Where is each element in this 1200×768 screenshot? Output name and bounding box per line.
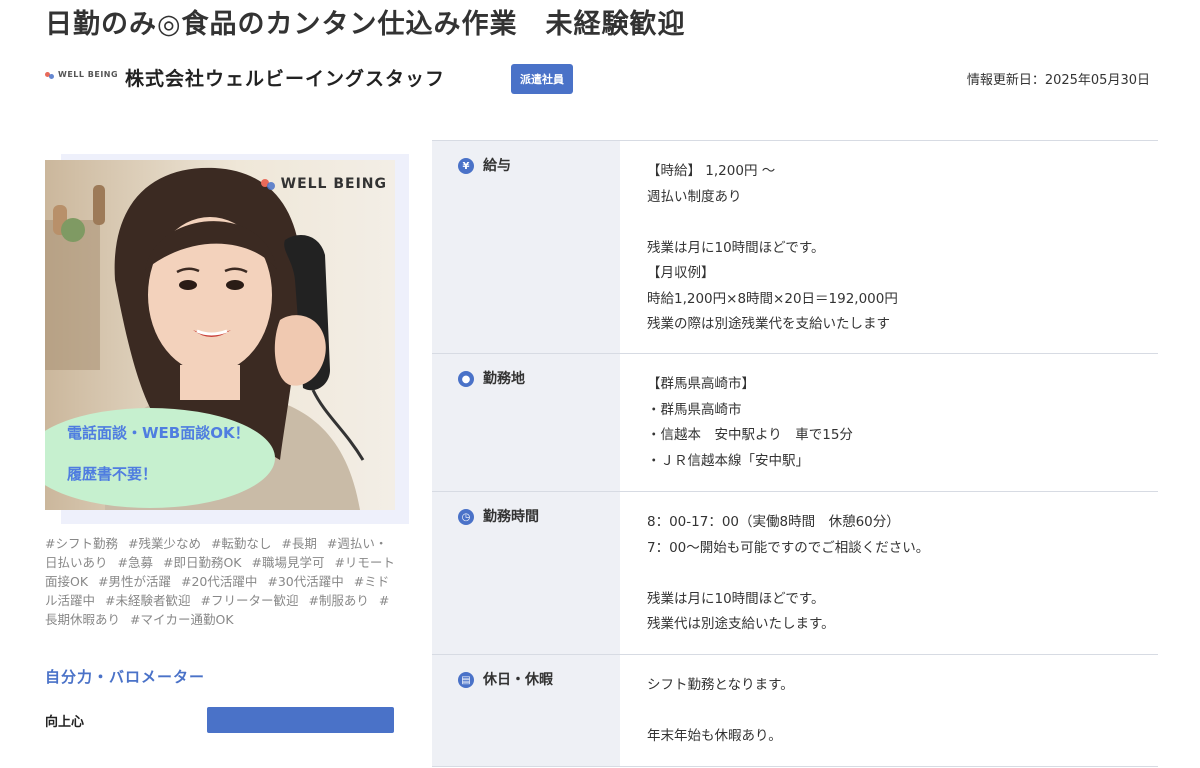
tag-item[interactable]: #転勤なし: [211, 536, 271, 551]
calendar-icon: ▤: [458, 672, 474, 688]
tag-item[interactable]: #30代活躍中: [267, 574, 343, 589]
detail-line: [647, 210, 1158, 236]
tag-item[interactable]: #長期: [281, 536, 316, 551]
detail-label: 勤務地: [483, 371, 525, 387]
detail-line: [647, 699, 1158, 725]
detail-row: ¥ 給与 【時給】 1,200円 ～ 週払い制度あり残業は月に10時間ほどです。 【月収…: [432, 141, 1158, 354]
tag-item[interactable]: #フリーター歓迎: [200, 593, 298, 608]
job-photo: WELL BEING 電話面談・WEB面談OK！ 履歴書不要！: [45, 154, 409, 524]
detail-row: ▤ 休日・休暇 シフト勤務となります。 年末年始も休暇あり。: [432, 655, 1158, 767]
detail-row: ◷ 勤務時間 8：00-17：00（実働8時間 休憩60分） 7：00〜開始も可能です…: [432, 492, 1158, 655]
photo-brand-text: WELL BEING: [280, 176, 387, 192]
detail-heading: ◷ 勤務時間: [432, 492, 620, 654]
detail-line: 残業の際は別途残業代を支給いたします: [647, 316, 890, 332]
tag-item[interactable]: #未経験者歓迎: [105, 593, 190, 608]
company-logo: WELL BEING: [45, 70, 118, 79]
detail-line: 残業代は別途支給いたします。: [647, 616, 835, 632]
detail-line: 残業は月に10時間ほどです。: [647, 590, 825, 607]
detail-label: 勤務時間: [483, 509, 539, 525]
company-row: WELL BEING 株式会社ウェルビーイングスタッフ 派遣社員 情報更新日：2…: [45, 62, 1155, 96]
location-pin-icon: ●: [458, 371, 474, 387]
barometer-title: 自分力・バロメーター: [45, 668, 206, 686]
tag-item[interactable]: #シフト勤務: [45, 536, 118, 551]
detail-line: 残業は月に10時間ほどです。: [647, 239, 825, 256]
detail-row: ● 勤務地 【群馬県高崎市】 ・群馬県高崎市・信越本 安中駅より 車で15分 ・ＪＲ信越…: [432, 354, 1158, 492]
detail-line: 8：00-17：00（実働8時間 休憩60分）: [647, 514, 900, 530]
photo-brand: WELL BEING: [260, 176, 387, 192]
detail-line: ・群馬県高崎市: [647, 401, 742, 418]
detail-label: 休日・休暇: [483, 672, 553, 688]
yen-icon: ¥: [458, 158, 474, 174]
tag-item[interactable]: #職場見学可: [251, 555, 324, 570]
tag-item[interactable]: #20代活躍中: [181, 574, 257, 589]
detail-heading: ● 勤務地: [432, 354, 620, 491]
barometer-track: [207, 707, 394, 733]
tag-item[interactable]: #マイカー通勤OK: [130, 612, 234, 627]
detail-line: 【群馬県高崎市】: [647, 376, 755, 392]
detail-line: 週払い制度あり: [647, 188, 742, 205]
job-title: 日勤のみ◎食品のカンタン仕込み作業 未経験歓迎: [45, 9, 686, 40]
detail-content: 8：00-17：00（実働8時間 休憩60分） 7：00〜開始も可能ですのでご相談…: [620, 492, 1158, 654]
tag-item[interactable]: #急募: [118, 555, 153, 570]
barometer-fill: [207, 707, 394, 733]
detail-heading: ¥ 給与: [432, 141, 620, 353]
well-being-logo-icon: [45, 71, 55, 79]
company-name[interactable]: 株式会社ウェルビーイングスタッフ: [125, 64, 445, 91]
detail-line: ・ＪＲ信越本線「安中駅」: [647, 452, 809, 469]
detail-line: 【月収例】: [647, 265, 715, 281]
detail-line: 年末年始も休暇あり。: [647, 728, 782, 744]
job-details-table: ¥ 給与 【時給】 1,200円 ～ 週払い制度あり残業は月に10時間ほどです。 【月収…: [432, 140, 1158, 767]
detail-line: ・信越本 安中駅より 車で15分: [647, 427, 853, 443]
updated-date: 情報更新日：2025年05月30日: [966, 73, 1150, 88]
well-being-logo-icon: [260, 177, 277, 191]
bubble-text-interview: 電話面談・WEB面談OK！: [67, 424, 250, 442]
detail-line: 【時給】 1,200円 ～: [647, 163, 776, 179]
detail-content: シフト勤務となります。 年末年始も休暇あり。: [620, 655, 1158, 766]
bubble-text-resume: 履歴書不要！: [67, 465, 158, 483]
tag-item[interactable]: #即日勤務OK: [163, 555, 242, 570]
employment-type-badge: 派遣社員: [511, 64, 573, 94]
company-logo-text: WELL BEING: [58, 70, 119, 79]
detail-label: 給与: [483, 158, 511, 174]
detail-content: 【時給】 1,200円 ～ 週払い制度あり残業は月に10時間ほどです。 【月収例】時…: [620, 141, 1158, 353]
detail-content: 【群馬県高崎市】 ・群馬県高崎市・信越本 安中駅より 車で15分 ・ＪＲ信越本線「安…: [620, 354, 1158, 491]
detail-line: 7：00〜開始も可能ですのでご相談ください。: [647, 539, 930, 556]
detail-line: [647, 561, 1158, 587]
clock-icon: ◷: [458, 509, 474, 525]
detail-heading: ▤ 休日・休暇: [432, 655, 620, 766]
photo-image: WELL BEING 電話面談・WEB面談OK！ 履歴書不要！: [45, 160, 395, 510]
tag-item[interactable]: #男性が活躍: [98, 574, 171, 589]
detail-line: シフト勤務となります。: [647, 677, 794, 693]
tag-list: #シフト勤務 #残業少なめ #転勤なし #長期 #週払い・日払いあり #急募 #…: [45, 534, 395, 629]
tag-item[interactable]: #残業少なめ: [128, 536, 201, 551]
detail-line: 時給1,200円×8時間×20日＝192,000円: [647, 290, 898, 307]
tag-item[interactable]: #制服あり: [308, 593, 368, 608]
barometer-label: 向上心: [45, 715, 85, 730]
